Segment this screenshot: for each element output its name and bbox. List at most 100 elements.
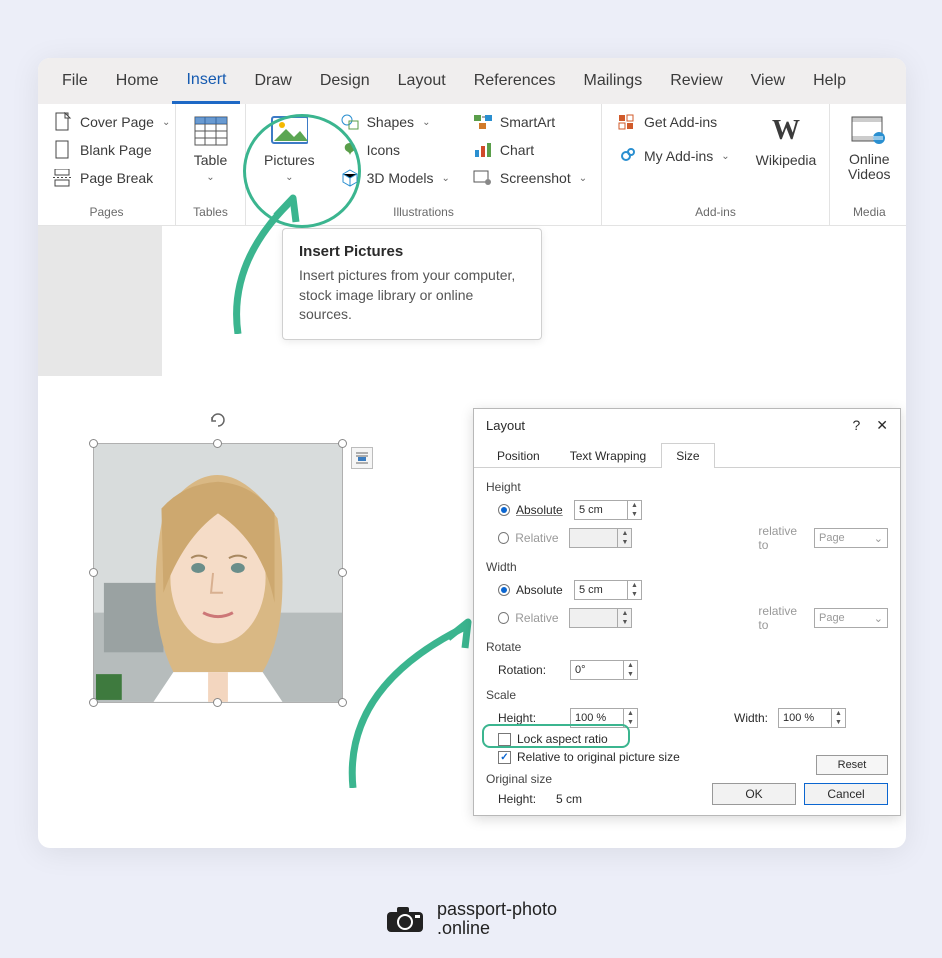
resize-handle-mr[interactable] bbox=[338, 568, 347, 577]
dialog-tab-size[interactable]: Size bbox=[661, 443, 714, 468]
tab-view[interactable]: View bbox=[737, 58, 799, 104]
chart-icon bbox=[472, 140, 494, 160]
page-break-button[interactable]: Page Break bbox=[48, 166, 174, 190]
highlight-rect bbox=[482, 724, 630, 748]
shapes-icon bbox=[339, 112, 361, 132]
cover-page-label: Cover Page bbox=[80, 114, 154, 130]
3d-models-button[interactable]: 3D Models⌄ bbox=[335, 166, 454, 190]
brand-line2: .online bbox=[437, 919, 557, 938]
width-absolute-input[interactable]: 5 cm▲▼ bbox=[574, 580, 642, 600]
dialog-tab-wrap[interactable]: Text Wrapping bbox=[555, 443, 661, 468]
store-icon bbox=[616, 112, 638, 132]
tab-review[interactable]: Review bbox=[656, 58, 736, 104]
resize-handle-br[interactable] bbox=[338, 698, 347, 707]
width-section-label: Width bbox=[486, 560, 888, 574]
tab-mailings[interactable]: Mailings bbox=[570, 58, 657, 104]
width-relative-radio[interactable] bbox=[498, 612, 509, 624]
my-addins-button[interactable]: My Add-ins ⌄ bbox=[612, 144, 734, 168]
height-relto-select[interactable]: Page⌄ bbox=[814, 528, 888, 548]
orig-height-label: Height: bbox=[498, 792, 536, 806]
tab-insert[interactable]: Insert bbox=[172, 58, 240, 104]
ok-button[interactable]: OK bbox=[712, 783, 796, 805]
table-button[interactable]: Table⌄ bbox=[184, 110, 238, 187]
rotate-section-label: Rotate bbox=[486, 640, 888, 654]
blank-page-button[interactable]: Blank Page bbox=[48, 138, 174, 162]
pictures-icon bbox=[270, 114, 308, 148]
smartart-icon bbox=[472, 112, 494, 132]
tab-home[interactable]: Home bbox=[102, 58, 173, 104]
footer-brand: passport-photo .online bbox=[0, 900, 942, 938]
icons-button[interactable]: Icons bbox=[335, 138, 454, 162]
close-button[interactable]: ✕ bbox=[876, 417, 888, 434]
width-relto-label: relative to bbox=[758, 604, 806, 632]
chevron-down-icon: ⌄ bbox=[721, 151, 729, 162]
resize-handle-ml[interactable] bbox=[89, 568, 98, 577]
tables-group-label: Tables bbox=[186, 203, 235, 223]
resize-handle-bm[interactable] bbox=[213, 698, 222, 707]
layout-dialog: Layout ? ✕ Position Text Wrapping Size H… bbox=[473, 408, 901, 816]
screenshot-icon bbox=[472, 168, 494, 188]
width-relto-select[interactable]: Page⌄ bbox=[814, 608, 888, 628]
resize-handle-bl[interactable] bbox=[89, 698, 98, 707]
cancel-button[interactable]: Cancel bbox=[804, 783, 888, 805]
screenshot-button[interactable]: Screenshot⌄ bbox=[468, 166, 591, 190]
rotation-input[interactable]: 0°▲▼ bbox=[570, 660, 638, 680]
tab-design[interactable]: Design bbox=[306, 58, 384, 104]
video-icon bbox=[850, 114, 888, 148]
online-videos-button[interactable]: OnlineVideos bbox=[840, 110, 899, 187]
tab-draw[interactable]: Draw bbox=[240, 58, 305, 104]
width-absolute-radio[interactable] bbox=[498, 584, 510, 596]
height-relative-label: Relative bbox=[515, 531, 563, 545]
chevron-down-icon: ⌄ bbox=[442, 173, 450, 184]
screenshot-label: Screenshot bbox=[500, 170, 571, 186]
wikipedia-icon: W bbox=[767, 114, 805, 148]
smartart-button[interactable]: SmartArt bbox=[468, 110, 591, 134]
scale-section-label: Scale bbox=[486, 688, 888, 702]
cover-page-icon bbox=[52, 112, 74, 132]
chevron-down-icon: ⌄ bbox=[162, 117, 170, 128]
scale-width-input[interactable]: 100 %▲▼ bbox=[778, 708, 846, 728]
pictures-button[interactable]: Pictures⌄ bbox=[256, 110, 323, 187]
page-break-label: Page Break bbox=[80, 170, 153, 186]
relative-original-label: Relative to original picture size bbox=[517, 750, 680, 764]
video-label: OnlineVideos bbox=[848, 152, 891, 183]
relative-original-checkbox[interactable] bbox=[498, 751, 511, 764]
tooltip-body: Insert pictures from your computer, stoc… bbox=[299, 266, 525, 325]
height-absolute-label: Absolute bbox=[516, 503, 568, 517]
help-button[interactable]: ? bbox=[852, 417, 860, 434]
height-section-label: Height bbox=[486, 480, 888, 494]
camera-icon bbox=[385, 904, 425, 934]
height-relto-label: relative to bbox=[758, 524, 806, 552]
my-addins-label: My Add-ins bbox=[644, 148, 713, 164]
height-absolute-radio[interactable] bbox=[498, 504, 510, 516]
pictures-label: Pictures bbox=[264, 152, 315, 168]
tab-references[interactable]: References bbox=[460, 58, 570, 104]
wikipedia-button[interactable]: W Wikipedia bbox=[748, 110, 825, 172]
tab-help[interactable]: Help bbox=[799, 58, 860, 104]
rotation-handle[interactable] bbox=[209, 411, 227, 429]
resize-handle-tm[interactable] bbox=[213, 439, 222, 448]
dialog-tab-position[interactable]: Position bbox=[482, 443, 555, 468]
chart-button[interactable]: Chart bbox=[468, 138, 591, 162]
cube-icon bbox=[339, 168, 361, 188]
tab-layout[interactable]: Layout bbox=[384, 58, 460, 104]
reset-button[interactable]: Reset bbox=[816, 755, 888, 775]
get-addins-label: Get Add-ins bbox=[644, 114, 717, 130]
resize-handle-tr[interactable] bbox=[338, 439, 347, 448]
insert-pictures-tooltip: Insert Pictures Insert pictures from you… bbox=[282, 228, 542, 340]
wikipedia-label: Wikipedia bbox=[756, 152, 817, 168]
tooltip-title: Insert Pictures bbox=[299, 243, 525, 260]
height-relative-radio[interactable] bbox=[498, 532, 509, 544]
layout-options-icon bbox=[354, 450, 370, 466]
layout-options-button[interactable] bbox=[351, 447, 373, 469]
chevron-down-icon: ⌄ bbox=[206, 172, 214, 183]
resize-handle-tl[interactable] bbox=[89, 439, 98, 448]
pages-group-label: Pages bbox=[48, 203, 165, 223]
addins-group-label: Add-ins bbox=[612, 203, 819, 223]
tab-file[interactable]: File bbox=[48, 58, 102, 104]
height-absolute-input[interactable]: 5 cm▲▼ bbox=[574, 500, 642, 520]
get-addins-button[interactable]: Get Add-ins bbox=[612, 110, 734, 134]
cover-page-button[interactable]: Cover Page ⌄ bbox=[48, 110, 174, 134]
selected-image[interactable] bbox=[93, 443, 343, 733]
shapes-button[interactable]: Shapes⌄ bbox=[335, 110, 454, 134]
